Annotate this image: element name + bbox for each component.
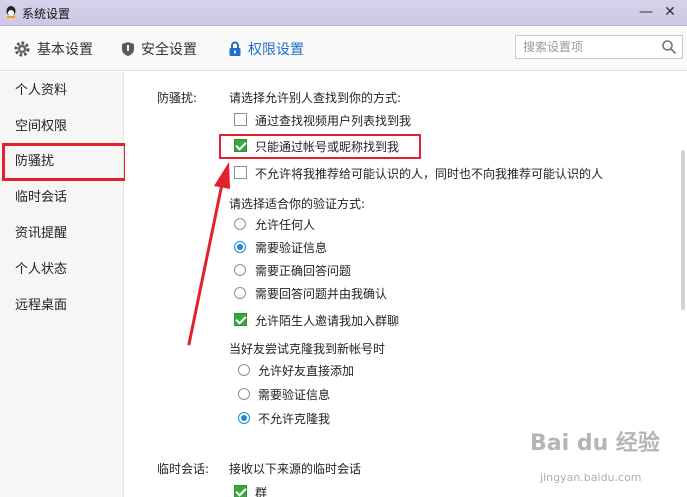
search-icon[interactable] bbox=[661, 39, 677, 55]
allow-anyone-label[interactable]: 允许任何人 bbox=[255, 216, 315, 233]
tab-basic-settings[interactable]: 基本设置 bbox=[13, 39, 93, 59]
find-by-video-list-label[interactable]: 通过查找视频用户列表找到我 bbox=[255, 112, 411, 129]
option-highlight-box bbox=[219, 134, 421, 159]
sidebar-item-personal-profile[interactable]: 个人资料 bbox=[15, 81, 67, 101]
shield-icon bbox=[122, 42, 134, 56]
gear-icon bbox=[14, 41, 30, 57]
watermark-url: jingyan.baidu.com bbox=[540, 471, 642, 484]
app-icon bbox=[6, 6, 16, 18]
close-button[interactable]: ✕ bbox=[660, 3, 680, 21]
sidebar-item-temp-session[interactable]: 临时会话 bbox=[15, 188, 67, 208]
title-bar: 系统设置 — ✕ bbox=[0, 0, 687, 26]
tab-label: 基本设置 bbox=[37, 42, 93, 58]
find-by-video-list-checkbox[interactable] bbox=[234, 113, 247, 126]
temp-session-group-checkbox[interactable] bbox=[234, 485, 247, 497]
sidebar-item-personal-status[interactable]: 个人状态 bbox=[15, 260, 67, 280]
tab-bar: 基本设置 安全设置 权限设置 bbox=[0, 27, 687, 71]
require-correct-answer-radio[interactable] bbox=[234, 264, 246, 276]
search-box[interactable] bbox=[515, 35, 683, 59]
section-title-temp-session: 临时会话: bbox=[157, 462, 210, 476]
require-verify-info-radio[interactable] bbox=[234, 241, 246, 253]
clone-prompt: 当好友尝试克隆我到新帐号时 bbox=[229, 342, 386, 356]
clone-require-verify-label[interactable]: 需要验证信息 bbox=[258, 386, 330, 403]
tab-label: 权限设置 bbox=[248, 42, 304, 58]
disallow-clone-radio[interactable] bbox=[238, 412, 250, 424]
scrollbar[interactable] bbox=[681, 150, 685, 310]
disallow-clone-label[interactable]: 不允许克隆我 bbox=[258, 410, 330, 427]
sidebar-item-remote-desktop[interactable]: 远程桌面 bbox=[15, 296, 67, 316]
window-title: 系统设置 bbox=[22, 7, 71, 21]
sidebar-item-space-permission[interactable]: 空间权限 bbox=[15, 117, 67, 137]
tab-label: 安全设置 bbox=[141, 42, 197, 58]
sidebar: 个人资料 空间权限 防骚扰 临时会话 资讯提醒 个人状态 远程桌面 bbox=[0, 72, 124, 497]
clone-require-verify-radio[interactable] bbox=[238, 388, 250, 400]
allow-friend-add-radio[interactable] bbox=[238, 364, 250, 376]
allow-anyone-radio[interactable] bbox=[234, 218, 246, 230]
no-recommend-label[interactable]: 不允许将我推荐给可能认识的人，同时也不向我推荐可能认识的人 bbox=[255, 165, 603, 182]
find-method-prompt: 请选择允许别人查找到你的方式: bbox=[229, 91, 402, 105]
temp-session-group-label[interactable]: 群 bbox=[255, 484, 267, 497]
answer-and-confirm-label[interactable]: 需要回答问题并由我确认 bbox=[255, 285, 387, 302]
section-title-anti-harass: 防骚扰: bbox=[157, 91, 198, 105]
allow-group-invite-label[interactable]: 允许陌生人邀请我加入群聊 bbox=[255, 312, 399, 329]
require-correct-answer-label[interactable]: 需要正确回答问题 bbox=[255, 262, 351, 279]
allow-friend-add-label[interactable]: 允许好友直接添加 bbox=[258, 362, 354, 379]
search-input[interactable] bbox=[516, 36, 656, 58]
sidebar-item-news-alerts[interactable]: 资讯提醒 bbox=[15, 224, 67, 244]
tab-permission-settings[interactable]: 权限设置 bbox=[228, 39, 304, 59]
no-recommend-checkbox[interactable] bbox=[234, 166, 247, 179]
allow-group-invite-checkbox[interactable] bbox=[234, 313, 247, 326]
require-verify-info-label[interactable]: 需要验证信息 bbox=[255, 239, 327, 256]
lock-icon bbox=[229, 41, 241, 56]
temp-session-prompt: 接收以下来源的临时会话 bbox=[229, 462, 362, 476]
sidebar-highlight-box bbox=[2, 143, 127, 181]
minimize-button[interactable]: — bbox=[636, 3, 656, 21]
watermark-logo: Bai du 经验 bbox=[530, 431, 660, 456]
tab-security-settings[interactable]: 安全设置 bbox=[121, 39, 197, 59]
verify-method-prompt: 请选择适合你的验证方式: bbox=[229, 197, 366, 211]
answer-and-confirm-radio[interactable] bbox=[234, 287, 246, 299]
